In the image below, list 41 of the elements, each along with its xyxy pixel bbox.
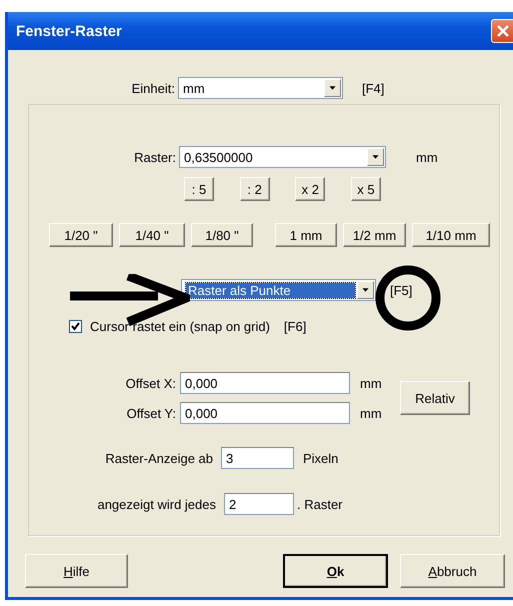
unit-label: mm [359, 406, 383, 420]
dialog-button[interactable]: Ok [283, 554, 388, 588]
preset-button[interactable]: 1/80 " [191, 223, 253, 247]
field-label: Einheit: [130, 80, 175, 96]
preset-button[interactable]: 1 mm [275, 223, 337, 247]
unit-label: Pixeln [303, 450, 338, 466]
unit-label: mm [416, 150, 438, 164]
field-label: Offset Y: [126, 406, 176, 420]
offset-field[interactable]: 0,000 [180, 402, 350, 424]
preset-button[interactable]: 1/2 mm [343, 223, 406, 247]
checkbox-label: Cursor rastet ein (snap on grid) [90, 318, 270, 334]
preset-button[interactable]: 1/10 mm [412, 223, 490, 247]
shortcut-label: [F4] [362, 80, 384, 96]
shortcut-label: [F5] [390, 282, 412, 298]
field-label: Raster-Anzeige ab [104, 450, 213, 466]
preset-button[interactable]: 1/20 " [49, 223, 113, 247]
offset-field[interactable]: 0,000 [180, 372, 350, 394]
unit-label: . Raster [297, 496, 343, 512]
dialog-button[interactable]: Hilfe [25, 554, 128, 588]
close-button[interactable] [491, 19, 513, 43]
display-mode-dropdown[interactable]: Raster als Punkte [181, 279, 376, 301]
relative-button[interactable]: Relativ [400, 381, 470, 415]
snap-checkbox[interactable] [69, 320, 82, 332]
dialog-button[interactable]: Abbruch [400, 554, 505, 588]
factor-button[interactable]: : 5 [184, 177, 214, 201]
shortcut-label: [F6] [284, 318, 306, 334]
unit-dropdown[interactable]: mm [178, 77, 343, 99]
close-icon [496, 24, 510, 38]
pixel-threshold-field[interactable]: 3 [221, 447, 294, 469]
factor-button[interactable]: x 2 [295, 177, 326, 201]
field-label: Offset X: [124, 376, 176, 390]
factor-button[interactable]: x 5 [350, 177, 381, 201]
preset-button[interactable]: 1/40 " [119, 223, 185, 247]
grid-interval-field[interactable]: 2 [224, 493, 294, 515]
grid-dropdown[interactable]: 0,63500000 [179, 146, 386, 168]
unit-label: mm [359, 376, 383, 390]
factor-button[interactable]: : 2 [240, 177, 270, 201]
circle-annotation [373, 263, 443, 333]
field-label: angezeigt wird jedes [96, 496, 216, 512]
field-label: Raster: [133, 150, 176, 164]
window-title: Fenster-Raster [16, 22, 122, 40]
